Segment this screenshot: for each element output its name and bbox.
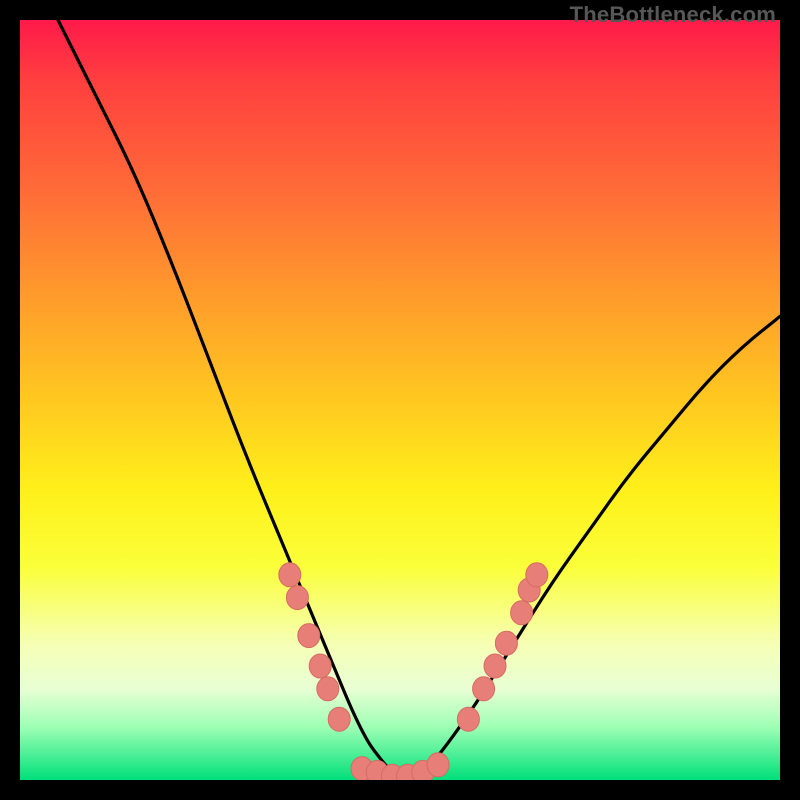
bottleneck-curve-svg [20,20,780,780]
curve-marker [309,654,331,678]
curve-marker [473,677,495,701]
curve-marker [511,601,533,625]
curve-marker [328,707,350,731]
curve-marker [457,707,479,731]
curve-marker [526,563,548,587]
curve-marker [495,631,517,655]
curve-marker [317,677,339,701]
bottleneck-curve-path [58,20,780,780]
chart-frame: TheBottleneck.com [0,0,800,800]
curve-marker [298,624,320,648]
curve-marker [427,753,449,777]
curve-marker [279,563,301,587]
curve-marker [286,586,308,610]
curve-markers [279,563,548,780]
attribution-watermark: TheBottleneck.com [570,2,776,28]
plot-area [20,20,780,780]
curve-marker [484,654,506,678]
